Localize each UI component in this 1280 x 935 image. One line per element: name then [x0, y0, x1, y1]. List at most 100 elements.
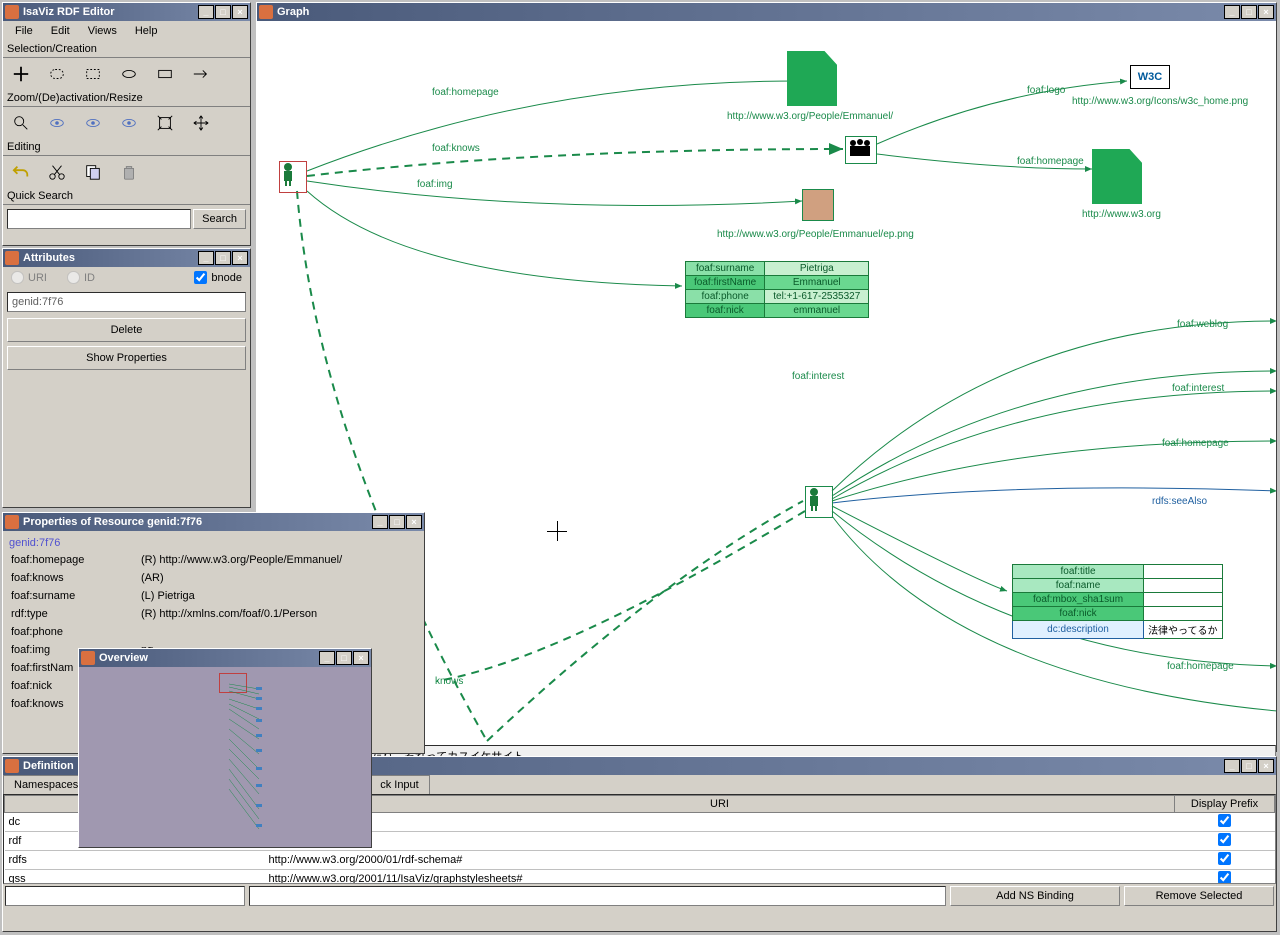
search-input[interactable] [7, 209, 191, 229]
minimize-button[interactable]: _ [372, 515, 388, 529]
section-zoom: Zoom/(De)activation/Resize [3, 90, 250, 107]
menu-edit[interactable]: Edit [43, 23, 78, 39]
property-table-2[interactable]: foaf:title foaf:name foaf:mbox_sha1sum f… [1012, 564, 1223, 639]
close-button[interactable]: × [1258, 5, 1274, 19]
property-row[interactable]: foaf:knows(AR) [7, 569, 420, 587]
col-prefix[interactable]: Display Prefix [1175, 796, 1275, 813]
property-row[interactable]: foaf:surname(L) Pietriga [7, 587, 420, 605]
tool-lasso[interactable] [43, 62, 71, 86]
tool-ellipse[interactable] [115, 62, 143, 86]
group-node[interactable] [845, 136, 877, 164]
close-button[interactable]: × [232, 251, 248, 265]
overview-titlebar[interactable]: Overview _ □ × [79, 649, 371, 667]
show-properties-button[interactable]: Show Properties [7, 346, 246, 370]
close-button[interactable]: × [406, 515, 422, 529]
tool-rect-select[interactable] [79, 62, 107, 86]
delete-button[interactable]: Delete [7, 318, 246, 342]
photo-node[interactable] [802, 189, 834, 221]
tool-resize[interactable] [151, 111, 179, 135]
tool-eye3[interactable] [115, 111, 143, 135]
remove-selected-button[interactable]: Remove Selected [1124, 886, 1274, 906]
ns-uri: http://www.w3.org/2000/01/rdf-schema# [265, 851, 1175, 870]
radio-uri[interactable]: URI [11, 271, 47, 284]
edge-label: foaf:img [417, 179, 453, 190]
property-table-1[interactable]: foaf:surnamePietriga foaf:firstNameEmman… [685, 261, 869, 318]
maximize-button[interactable]: □ [215, 5, 231, 19]
maximize-button[interactable]: □ [1241, 759, 1257, 773]
edge-label: rdfs:seeAlso [1152, 496, 1207, 507]
graph-titlebar[interactable]: Graph _ □ × [257, 3, 1276, 21]
section-selection: Selection/Creation [3, 41, 250, 58]
menu-help[interactable]: Help [127, 23, 166, 39]
uri-input[interactable] [249, 886, 946, 906]
attributes-title: Attributes [23, 252, 198, 264]
document-node-2[interactable] [1092, 149, 1142, 204]
minimize-button[interactable]: _ [1224, 5, 1240, 19]
namespace-row[interactable]: rdfshttp://www.w3.org/2000/01/rdf-schema… [5, 851, 1275, 870]
checkbox-bnode[interactable]: bnode [194, 271, 242, 284]
property-row[interactable]: foaf:homepage(R) http://www.w3.org/Peopl… [7, 551, 420, 569]
section-search: Quick Search [3, 188, 250, 205]
document-node[interactable] [787, 51, 837, 106]
prefix-input[interactable] [5, 886, 245, 906]
overview-title: Overview [99, 652, 319, 664]
person-node-red[interactable] [279, 161, 307, 193]
menu-file[interactable]: File [7, 23, 41, 39]
properties-title: Properties of Resource genid:7f76 [23, 516, 372, 528]
tool-cross[interactable] [7, 62, 35, 86]
attributes-titlebar[interactable]: Attributes _ □ × [3, 249, 250, 267]
ns-uri: http://www.w3.org/2001/11/IsaViz/graphst… [265, 870, 1175, 885]
minimize-button[interactable]: _ [1224, 759, 1240, 773]
java-icon [81, 651, 95, 665]
maximize-button[interactable]: □ [336, 651, 352, 665]
close-button[interactable]: × [353, 651, 369, 665]
search-button[interactable]: Search [193, 209, 246, 229]
property-row[interactable]: foaf:phone [7, 623, 420, 641]
definitions-footer: Add NS Binding Remove Selected [3, 884, 1276, 908]
minimize-button[interactable]: _ [319, 651, 335, 665]
maximize-button[interactable]: □ [389, 515, 405, 529]
minimize-button[interactable]: _ [198, 251, 214, 265]
tool-cut[interactable] [43, 160, 71, 184]
edge-label: foaf:homepage [432, 87, 499, 98]
ns-display-checkbox[interactable] [1175, 870, 1275, 885]
overview-canvas[interactable] [79, 667, 371, 847]
properties-titlebar[interactable]: Properties of Resource genid:7f76 _ □ × [3, 513, 424, 531]
java-icon [5, 5, 19, 19]
node-url-label: http://www.w3.org [1082, 209, 1161, 220]
maximize-button[interactable]: □ [215, 251, 231, 265]
property-row[interactable]: rdf:type(R) http://xmlns.com/foaf/0.1/Pe… [7, 605, 420, 623]
tool-undo[interactable] [7, 160, 35, 184]
editor-title: IsaViz RDF Editor [23, 6, 198, 18]
add-binding-button[interactable]: Add NS Binding [950, 886, 1120, 906]
w3c-logo-node[interactable]: W3C [1130, 65, 1170, 89]
person-node-green[interactable] [805, 486, 833, 518]
tool-rect[interactable] [151, 62, 179, 86]
ns-display-checkbox[interactable] [1175, 832, 1275, 851]
minimize-button[interactable]: _ [198, 5, 214, 19]
menu-views[interactable]: Views [80, 23, 125, 39]
editor-titlebar[interactable]: IsaViz RDF Editor _ □ × [3, 3, 250, 21]
tool-copy[interactable] [79, 160, 107, 184]
close-button[interactable]: × [1258, 759, 1274, 773]
tool-delete[interactable] [115, 160, 143, 184]
resource-id-field[interactable] [7, 292, 246, 312]
tool-magnify[interactable] [7, 111, 35, 135]
col-uri[interactable]: URI [265, 796, 1175, 813]
tool-move[interactable] [187, 111, 215, 135]
close-button[interactable]: × [232, 5, 248, 19]
attribute-type-row: URI ID bnode [3, 267, 250, 288]
tool-eye2[interactable] [79, 111, 107, 135]
java-icon [5, 759, 19, 773]
ns-uri: 02/22-rdf-syntax-ns# [265, 832, 1175, 851]
tool-eye1[interactable] [43, 111, 71, 135]
namespace-row[interactable]: gsshttp://www.w3.org/2001/11/IsaViz/grap… [5, 870, 1275, 885]
maximize-button[interactable]: □ [1241, 5, 1257, 19]
radio-id[interactable]: ID [67, 271, 95, 284]
tool-arrow[interactable] [187, 62, 215, 86]
ns-display-checkbox[interactable] [1175, 851, 1275, 870]
ns-display-checkbox[interactable] [1175, 813, 1275, 832]
tab-input[interactable]: ck Input [369, 775, 430, 794]
java-icon [5, 515, 19, 529]
tab-namespaces[interactable]: Namespaces [3, 775, 89, 794]
